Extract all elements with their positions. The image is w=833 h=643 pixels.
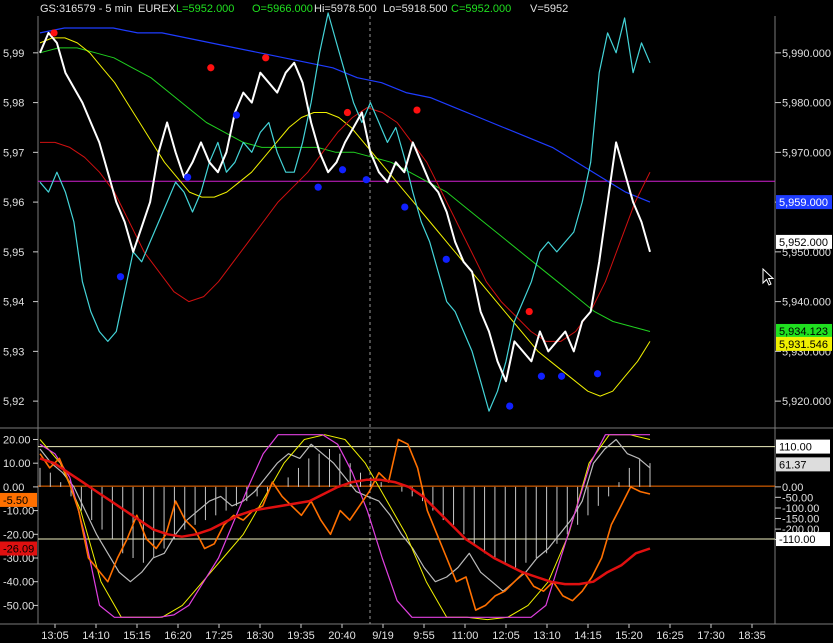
time-tick-label: 14:15 <box>574 630 602 642</box>
header-exchange: EUREX <box>138 3 177 15</box>
right-tick-label: 5,980.000 <box>782 98 831 110</box>
left-tick-label: -40.00 <box>3 577 34 589</box>
header-open: O=5966.000 <box>252 3 313 15</box>
left-tick-label: 5,97 <box>3 147 24 159</box>
blue-signal-dot <box>232 111 241 119</box>
header-low: Lo=5918.500 <box>383 3 448 15</box>
time-tick-label: 15:20 <box>615 630 643 642</box>
mouse-cursor-icon <box>762 268 774 286</box>
value-badge-label: -26.09 <box>3 544 34 556</box>
time-tick-label: 16:20 <box>164 630 192 642</box>
value-badge-label: 5,952.000 <box>779 237 828 249</box>
left-tick-label: -20.00 <box>3 529 34 541</box>
blue-signal-dot <box>314 183 322 191</box>
blue-signal-dot <box>593 370 602 378</box>
blue-signal-dot <box>116 273 125 281</box>
header-last: L=5952.000 <box>176 3 234 15</box>
time-tick-label: 13:10 <box>533 630 561 642</box>
time-tick-label: 16:25 <box>656 630 684 642</box>
right-tick-label: 5,940.000 <box>782 297 831 309</box>
time-tick-label: 13:05 <box>41 630 69 642</box>
header-high: Hi=5978.500 <box>314 3 377 15</box>
header-symbol: GS:316579 - 5 min <box>40 3 132 15</box>
blue-signal-dot <box>338 166 347 174</box>
red-signal-dot <box>343 108 352 117</box>
right-tick-label: 5,990.000 <box>782 48 831 60</box>
value-badge-label: -5.50 <box>3 495 28 507</box>
time-tick-label: 18:35 <box>738 630 766 642</box>
header-volume: V=5952 <box>530 3 568 15</box>
left-tick-label: 10.00 <box>3 458 31 470</box>
time-tick-label: 9:55 <box>413 630 434 642</box>
value-badge-label: 5,959.000 <box>779 197 828 209</box>
blue-signal-dot <box>442 255 450 263</box>
left-tick-label: 20.00 <box>3 434 31 446</box>
left-tick-label: 5,93 <box>3 346 24 358</box>
red-signal-dot <box>525 307 533 316</box>
red-signal-dot <box>50 29 58 37</box>
blue-signal-dot <box>557 372 566 380</box>
right-tick-label: 5,920.000 <box>782 396 831 408</box>
blue-signal-dot <box>506 402 514 410</box>
time-tick-label: 15:15 <box>123 630 151 642</box>
red-signal-dot <box>207 64 215 72</box>
left-tick-label: 0.00 <box>3 482 24 494</box>
time-tick-label: 14:10 <box>82 630 110 642</box>
chart-header: GS:316579 - 5 min EUREX L=5952.000 O=596… <box>40 3 568 15</box>
chart-background <box>0 0 833 643</box>
time-tick-label: 17:30 <box>697 630 725 642</box>
right-tick-label: 5,970.000 <box>782 147 831 159</box>
left-tick-label: 5,95 <box>3 247 24 259</box>
value-badge-label: 110.00 <box>779 442 812 454</box>
value-badge-label: -110.00 <box>779 534 816 546</box>
price-and-oscillator-chart[interactable]: GS:316579 - 5 min EUREX L=5952.000 O=596… <box>0 0 833 643</box>
red-signal-dot <box>262 54 270 62</box>
time-tick-label: 12:05 <box>492 630 520 642</box>
left-tick-label: 5,94 <box>3 297 24 309</box>
time-tick-label: 11:00 <box>452 630 479 642</box>
time-tick-label: 17:25 <box>205 630 233 642</box>
value-badge-label: 5,934.123 <box>779 326 828 338</box>
value-badge-label: 5,931.546 <box>779 339 828 351</box>
time-tick-label: 18:30 <box>246 630 274 642</box>
left-tick-label: 5,92 <box>3 396 24 408</box>
time-tick-label: 20:40 <box>328 630 356 642</box>
left-tick-label: 5,99 <box>3 48 24 60</box>
time-tick-label: 19:35 <box>287 630 315 642</box>
blue-signal-dot <box>537 372 546 380</box>
time-tick-label: 9/19 <box>372 630 393 642</box>
left-tick-label: 5,98 <box>3 98 24 110</box>
left-tick-label: 5,96 <box>3 197 24 209</box>
value-badge-label: 61.37 <box>779 459 807 471</box>
red-signal-dot <box>413 106 421 114</box>
left-tick-label: -10.00 <box>3 506 34 518</box>
blue-signal-dot <box>362 176 370 184</box>
blue-signal-dot <box>401 203 409 211</box>
header-close: C=5952.000 <box>451 3 511 15</box>
left-tick-label: -50.00 <box>3 600 34 612</box>
blue-signal-dot <box>184 173 192 181</box>
